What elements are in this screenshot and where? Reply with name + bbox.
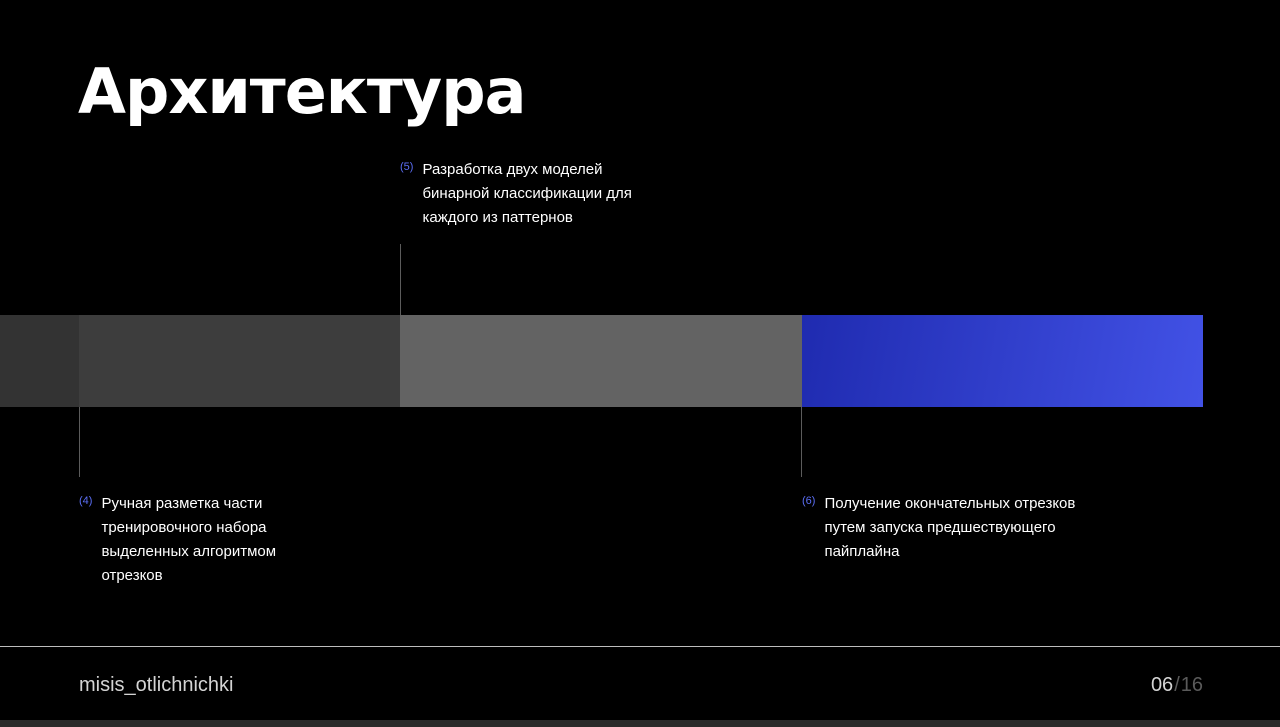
connector-line-step-4	[79, 407, 80, 477]
step-6-annotation: (6) Получение окончательных отрезков пут…	[802, 492, 1102, 564]
step-description: Получение окончательных отрезков путем з…	[824, 495, 1076, 560]
timeline-segment-step-4	[79, 315, 400, 407]
step-4-annotation: (4) Ручная разметка части тренировочного…	[79, 492, 359, 588]
step-description: Ручная разметка части тренировочного наб…	[101, 495, 277, 584]
timeline-segment-lead	[0, 315, 79, 407]
footer-divider	[0, 646, 1280, 647]
connector-line-step-6	[801, 407, 802, 477]
step-description: Разработка двух моделей бинарной классиф…	[422, 161, 632, 226]
slide-title: Архитектура	[78, 55, 526, 128]
step-number: (5)	[400, 161, 414, 173]
footer-brand: misis_otlichnichki	[79, 674, 234, 696]
page-counter: 06/16	[1151, 672, 1203, 698]
step-5-annotation: (5) Разработка двух моделей бинарной кла…	[400, 158, 680, 230]
timeline-segment-step-5	[400, 315, 802, 407]
connector-line-step-5	[400, 244, 401, 315]
step-number: (6)	[802, 495, 816, 507]
bottom-edge	[0, 720, 1280, 727]
step-number: (4)	[79, 495, 93, 507]
page-separator: /	[1174, 674, 1180, 696]
timeline-segment-step-6	[802, 315, 1203, 407]
page-total: 16	[1180, 674, 1203, 696]
page-current: 06	[1150, 674, 1174, 696]
